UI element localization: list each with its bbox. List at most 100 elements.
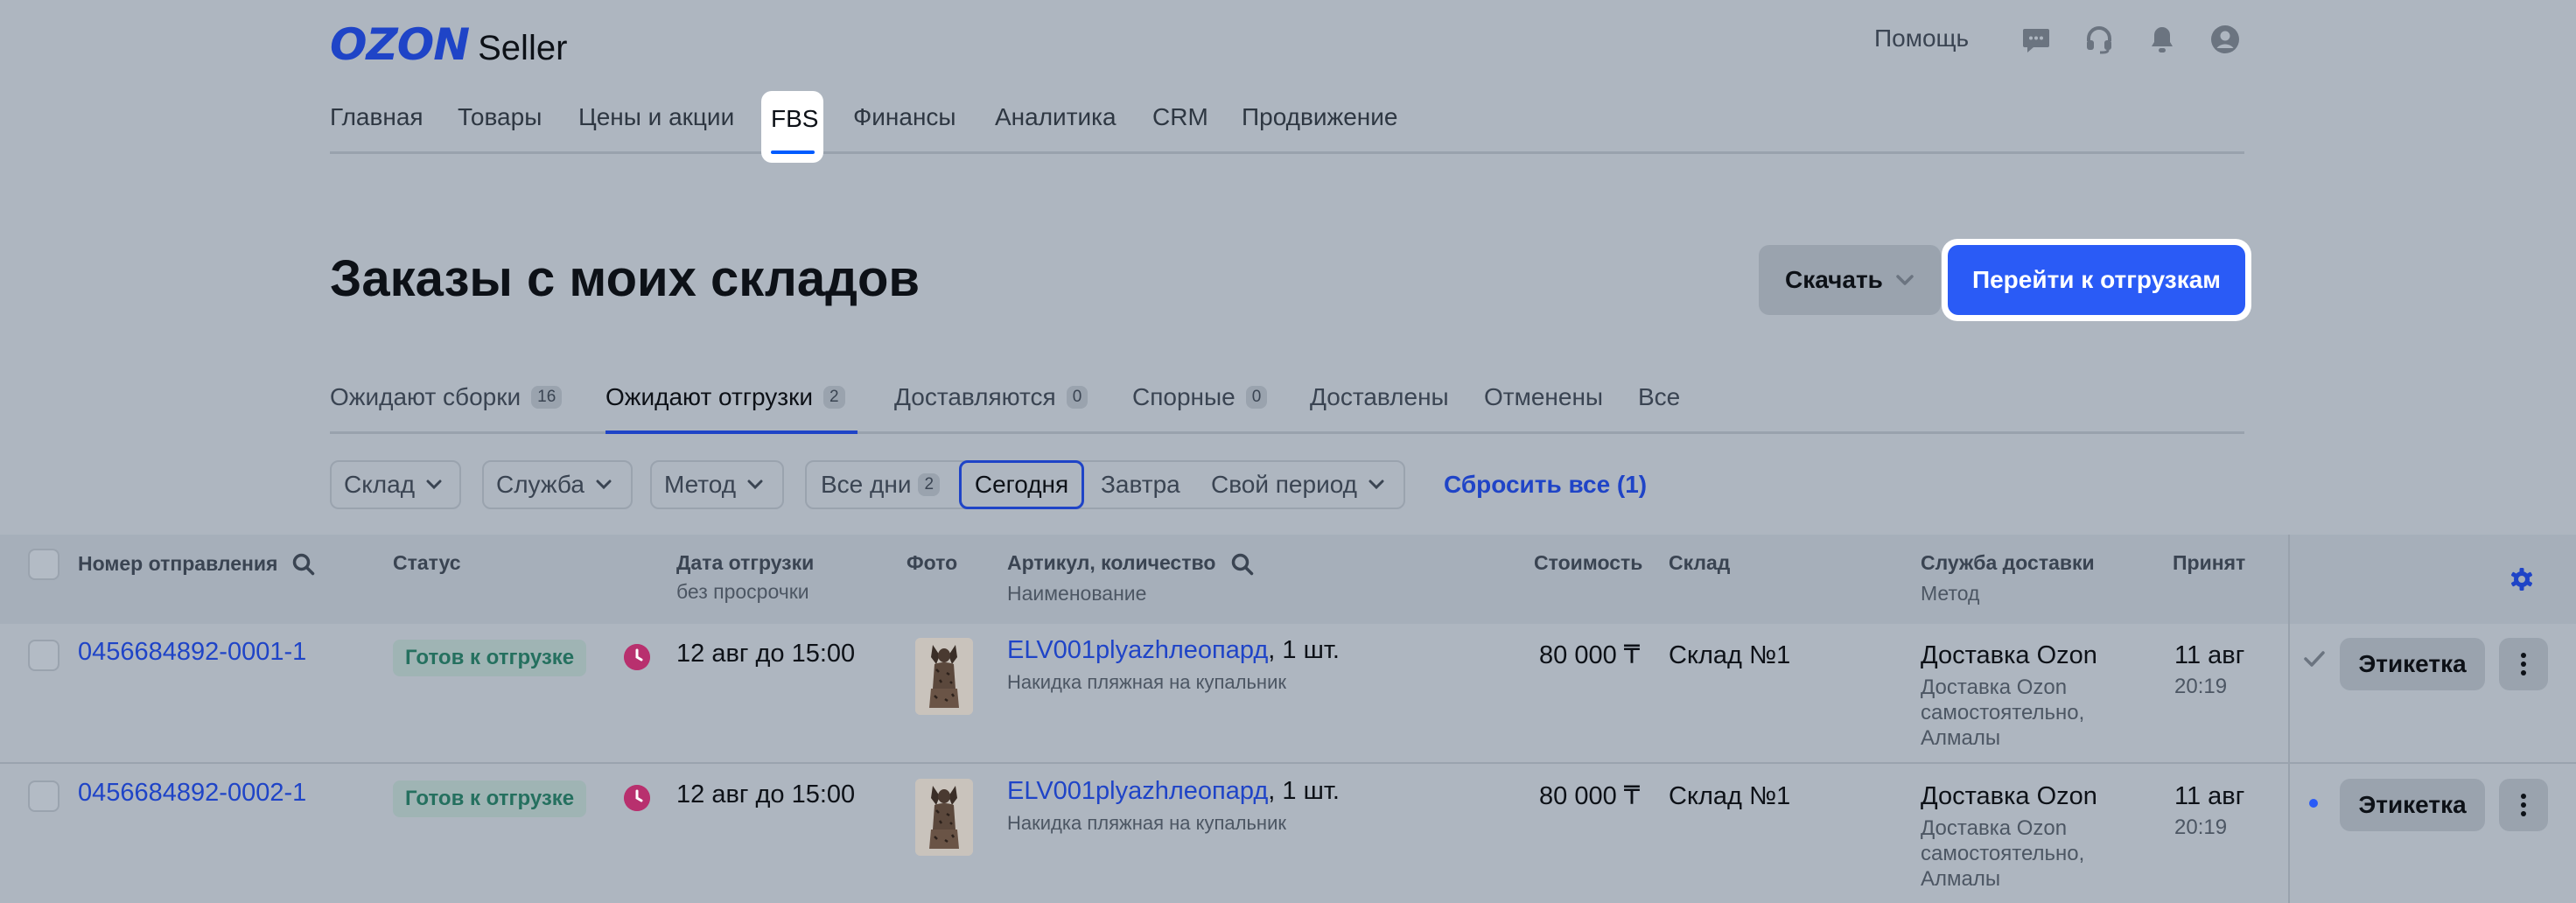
goto-shipments-label: Перейти к отгрузкам [1948,245,2245,315]
method-filter[interactable]: Метод [650,460,784,509]
delivery-service: Доставка Ozon [1921,641,2097,669]
kebab-menu-icon [2521,794,2526,816]
table-row[interactable]: 0456684892-0002-1 Готов к отгрузке 12 ав… [0,765,2576,903]
more-menu-button[interactable] [2499,779,2548,831]
tab-awaiting-assembly[interactable]: Ожидают сборки 16 [330,383,563,411]
col-shipment-number: Номер отправления [78,552,278,575]
tab-label: Доставлены [1310,383,1449,410]
status-badge: Готов к отгрузке [393,640,587,676]
col-delivery-sub: Метод [1921,582,1980,605]
product-thumbnail-icon [915,638,973,715]
accepted-time: 20:19 [2174,816,2228,839]
tab-count: 0 [1245,386,1268,409]
search-icon[interactable] [291,552,316,577]
filter-label: Служба [496,471,584,498]
filter-custom-period[interactable]: Свой период [1211,471,1385,499]
article-link[interactable]: ELV001plyazhлеопард [1007,777,1268,805]
unread-dot-icon [2309,799,2318,808]
nav-products[interactable]: Товары [458,103,542,131]
col-article: Артикул, количество [1007,551,1216,574]
ship-date: 12 авг до 15:00 [676,780,856,808]
tab-label: Все [1638,383,1681,410]
filter-all-days[interactable]: Все дни [821,471,911,499]
tab-active-indicator [606,430,858,434]
label-button[interactable]: Этикетка [2340,638,2485,690]
tab-awaiting-shipment[interactable]: Ожидают отгрузки 2 [606,383,845,411]
filter-today[interactable]: Сегодня [959,460,1084,509]
headset-icon[interactable] [2084,24,2114,54]
shipment-number-link[interactable]: 0456684892-0001-1 [78,638,306,667]
warehouse-filter[interactable]: Склад [330,460,461,509]
warehouse: Склад №1 [1669,641,1791,669]
cost: 80 000 ₸ [1539,782,1641,810]
tab-disputed[interactable]: Спорные 0 [1132,383,1268,411]
logo-brand: OZON [330,19,470,70]
row-checkbox[interactable] [28,780,60,812]
tab-all[interactable]: Все [1638,383,1680,411]
nav-analytics[interactable]: Аналитика [995,103,1116,131]
table-row[interactable]: 0456684892-0001-1 Готов к отгрузке 12 ав… [0,624,2576,764]
quantity: , 1 шт. [1268,636,1340,664]
more-menu-button[interactable] [2499,638,2548,690]
ozon-seller-logo[interactable]: OZON Seller [330,19,567,70]
chevron-down-icon [1896,275,1914,285]
filter-tomorrow[interactable]: Завтра [1101,471,1180,499]
nav-promotion[interactable]: Продвижение [1242,103,1398,131]
help-link[interactable]: Помощь [1874,24,1969,52]
accepted-date: 11 авг [2174,641,2245,669]
download-button[interactable]: Скачать [1759,245,1941,315]
nav-fbs[interactable]: FBS [761,91,823,163]
warehouse: Склад №1 [1669,782,1791,810]
product-photo[interactable] [915,638,973,715]
chat-icon[interactable] [2021,24,2051,54]
row-checkbox[interactable] [28,640,60,671]
chevron-down-icon [596,480,612,490]
shipment-number-link[interactable]: 0456684892-0002-1 [78,779,306,808]
col-accepted: Принят [2173,551,2246,574]
tab-delivered[interactable]: Доставлены [1310,383,1449,411]
article-link[interactable]: ELV001plyazhлеопард [1007,636,1268,664]
kebab-menu-icon [2521,653,2526,676]
chevron-down-icon [747,480,763,490]
reset-filters-link[interactable]: Сбросить все (1) [1444,471,1647,499]
checkmark-icon [2304,651,2325,667]
goto-shipments-button[interactable]: Перейти к отгрузкам [1942,239,2251,321]
tab-count: 2 [823,386,845,409]
product-thumbnail-icon [915,779,973,856]
profile-icon[interactable] [2210,24,2240,54]
delivery-service: Доставка Ozon [1921,782,2097,810]
article-qty: ELV001plyazhлеопард, 1 шт. [1007,636,1340,665]
date-filter-group: Все дни 2 Завтра Свой период [805,460,1405,509]
nav-home[interactable]: Главная [330,103,424,131]
clock-icon [624,785,650,811]
tab-count: 0 [1066,386,1088,409]
tab-cancelled[interactable]: Отменены [1484,383,1603,411]
tab-delivering[interactable]: Доставляются 0 [894,383,1088,411]
service-filter[interactable]: Служба [482,460,633,509]
search-icon[interactable] [1230,552,1255,577]
filter-label: Склад [344,471,416,498]
gear-icon[interactable] [2510,567,2534,592]
filter-label: Метод [664,471,737,498]
label-button[interactable]: Этикетка [2340,779,2485,831]
all-days-count: 2 [918,473,941,496]
nav-finance[interactable]: Финансы [853,103,956,131]
filter-label: Свой период [1211,471,1358,498]
nav-crm[interactable]: CRM [1152,103,1208,131]
col-ship-date: Дата отгрузки [676,551,815,574]
select-all-checkbox[interactable] [28,549,60,580]
status-tabs: Ожидают сборки 16 Ожидают отгрузки 2 Доста… [330,376,2244,434]
product-name: Накидка пляжная на купальник [1007,671,1286,693]
product-name: Накидка пляжная на купальник [1007,812,1286,834]
tab-label: Отменены [1484,383,1604,410]
nav-prices[interactable]: Цены и акции [578,103,734,131]
delivery-method: Доставка Ozon самостоятельно, Алмалы [1921,816,2085,891]
download-label: Скачать [1785,266,1883,293]
ship-date: 12 авг до 15:00 [676,640,856,668]
tab-label: Ожидают сборки [330,383,522,410]
accepted-time: 20:19 [2174,675,2228,698]
product-photo[interactable] [915,779,973,856]
logo-product: Seller [478,29,568,67]
bell-icon[interactable] [2147,24,2177,54]
col-ship-date-sub: без просрочки [676,580,809,603]
